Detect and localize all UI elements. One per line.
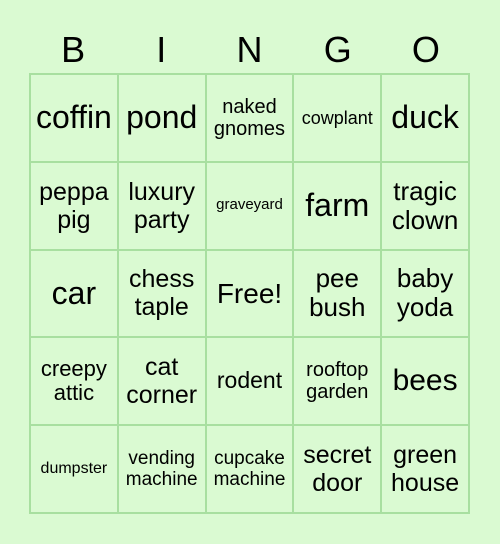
bingo-cell[interactable]: dumpster: [30, 425, 118, 513]
bingo-header: B I N G O: [29, 28, 470, 72]
header-letter-o: O: [411, 29, 440, 70]
bingo-cell[interactable]: rodent: [205, 337, 294, 426]
bingo-cell[interactable]: cat corner: [117, 337, 206, 426]
bingo-cell[interactable]: graveyard: [205, 161, 294, 250]
free-space-cell[interactable]: Free!: [205, 249, 294, 338]
bingo-cell[interactable]: chess taple: [117, 249, 206, 338]
header-letter-i: I: [156, 29, 167, 70]
bingo-cell[interactable]: peppa pig: [30, 161, 118, 250]
bingo-cell[interactable]: bees: [381, 337, 469, 426]
bingo-cell[interactable]: pee bush: [293, 249, 382, 338]
bingo-cell[interactable]: car: [30, 249, 118, 338]
bingo-cell[interactable]: baby yoda: [381, 249, 469, 338]
header-letter-g: G: [323, 29, 352, 70]
bingo-cell[interactable]: secret door: [293, 425, 382, 513]
bingo-cell[interactable]: vending machine: [117, 425, 206, 513]
bingo-cell[interactable]: naked gnomes: [205, 74, 294, 162]
bingo-card-grid: coffin pond naked gnomes cowplant duck peppa …: [29, 73, 470, 514]
bingo-cell[interactable]: cowplant: [293, 74, 382, 162]
bingo-cell[interactable]: coffin: [30, 74, 118, 162]
bingo-cell[interactable]: rooftop garden: [293, 337, 382, 426]
header-letter-n: N: [236, 29, 263, 70]
bingo-cell[interactable]: cupcake machine: [205, 425, 294, 513]
bingo-cell[interactable]: green house: [381, 425, 469, 513]
bingo-cell[interactable]: creepy attic: [30, 337, 118, 426]
bingo-cell[interactable]: pond: [117, 74, 206, 162]
header-letter-b: B: [61, 29, 86, 70]
bingo-cell[interactable]: duck: [381, 74, 469, 162]
bingo-cell[interactable]: tragic clown: [381, 161, 469, 250]
bingo-cell[interactable]: luxury party: [117, 161, 206, 250]
bingo-cell[interactable]: farm: [293, 161, 382, 250]
